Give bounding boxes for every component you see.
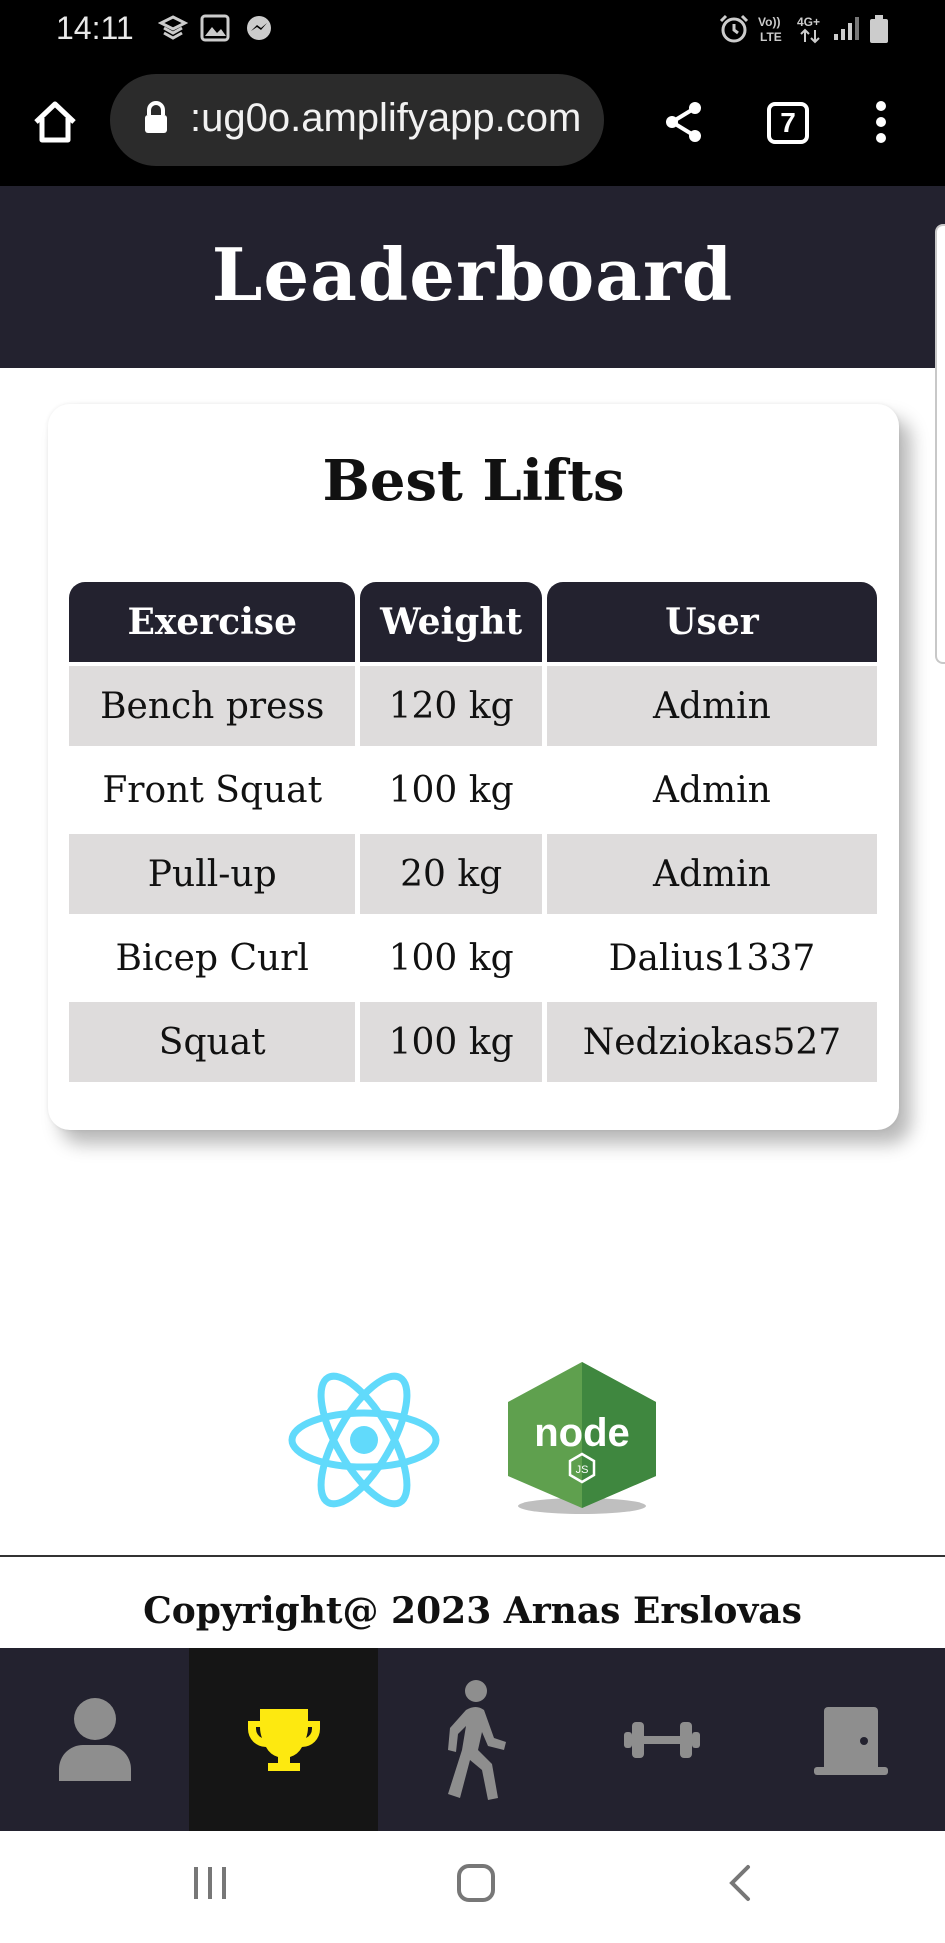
url-text: :ug0o.amplifyapp.com [190, 96, 582, 140]
svg-text:JS: JS [576, 1464, 589, 1476]
page-title: Leaderboard [211, 232, 734, 317]
tabs-button[interactable]: 7 [767, 102, 809, 144]
exercise-cell: Pull-up [69, 834, 356, 914]
react-logo-icon [288, 1372, 440, 1508]
weight-cell: 100 kg [388, 769, 514, 811]
exercise-cell: Bench press [69, 666, 356, 746]
alarm-icon [719, 14, 749, 43]
screen: 14:11 Vo)) LTE 4G+:ug0o.amplifyapp.com … [0, 0, 945, 1943]
nav-item-leaderboard[interactable] [189, 1648, 378, 1831]
svg-text:node: node [534, 1411, 630, 1455]
svg-text:4G+: 4G+ [797, 15, 820, 29]
nav-item-profile[interactable] [0, 1648, 189, 1831]
weight-cell: 100 kg [360, 1002, 542, 1082]
best-lifts-card: Best Lifts Exercise Weight User Bench pr… [48, 404, 899, 1130]
svg-text:Vo)): Vo)) [758, 15, 780, 29]
status-time: 14:11 [56, 10, 134, 46]
battery-icon [870, 15, 888, 43]
home-button-icon[interactable] [456, 1863, 496, 1903]
user-cell: Nedziokas527 [546, 1002, 877, 1082]
back-icon[interactable] [726, 1863, 754, 1903]
user-cell: Dalius1337 [608, 937, 816, 979]
table-row: Front Squat 100 kg Admin [69, 750, 877, 830]
copyright-text: Copyright@ 2023 Arnas Erslovas [143, 1590, 802, 1632]
home-icon[interactable] [32, 100, 78, 144]
table-header-row: Exercise Weight User [69, 582, 877, 662]
weight-cell: 20 kg [360, 834, 542, 914]
card-title: Best Lifts [322, 448, 625, 514]
share-icon[interactable] [664, 100, 704, 144]
page-header: Leaderboard [0, 186, 945, 368]
browser-toolbar: :ug0o.amplifyapp.com 7 [0, 56, 945, 186]
notification-app-icon [158, 15, 188, 40]
column-header-weight: Weight [360, 582, 542, 662]
system-nav-bar [0, 1831, 945, 1943]
status-bar: 14:11 Vo)) LTE 4G+ [0, 0, 945, 56]
weight-cell: 120 kg [360, 666, 542, 746]
door-icon [813, 1706, 888, 1775]
nav-item-workouts[interactable] [567, 1648, 756, 1831]
table-row: Bicep Curl 100 kg Dalius1337 [69, 918, 877, 998]
nav-item-logout[interactable] [756, 1648, 945, 1831]
table-row: Squat 100 kg Nedziokas527 [69, 1002, 877, 1082]
address-bar[interactable]: :ug0o.amplifyapp.com [110, 74, 604, 166]
more-menu-icon[interactable] [874, 100, 888, 144]
user-cell: Admin [546, 666, 877, 746]
volte-icon: Vo)) LTE [758, 15, 782, 44]
user-cell: Admin [652, 769, 771, 811]
lock-icon [145, 101, 167, 133]
svg-text:LTE: LTE [760, 30, 782, 44]
exercise-cell: Bicep Curl [115, 937, 309, 979]
table-row: Bench press 120 kg Admin [69, 666, 877, 746]
column-header-exercise: Exercise [69, 582, 356, 662]
gallery-icon [200, 14, 230, 42]
messenger-icon [247, 16, 271, 40]
exercise-cell: Squat [69, 1002, 356, 1082]
trophy-icon [247, 1708, 320, 1771]
dumbbell-icon [623, 1721, 700, 1758]
profile-icon [58, 1697, 131, 1781]
nav-item-activity[interactable] [378, 1648, 567, 1831]
scroll-edge [935, 224, 945, 664]
weight-cell: 100 kg [388, 937, 514, 979]
nodejs-logo-icon: node JS [508, 1362, 656, 1514]
app-bottom-nav [0, 1648, 945, 1831]
column-header-user: User [546, 582, 877, 662]
walking-icon [447, 1679, 506, 1800]
best-lifts-table: Exercise Weight User Bench press 120 kg … [64, 578, 882, 1086]
user-cell: Admin [546, 834, 877, 914]
exercise-cell: Front Squat [102, 769, 323, 811]
table-row: Pull-up 20 kg Admin [69, 834, 877, 914]
network-4g-icon: 4G+ [797, 15, 820, 44]
signal-icon [834, 17, 859, 40]
recent-apps-icon[interactable] [192, 1863, 228, 1903]
footer-divider [0, 1555, 945, 1557]
